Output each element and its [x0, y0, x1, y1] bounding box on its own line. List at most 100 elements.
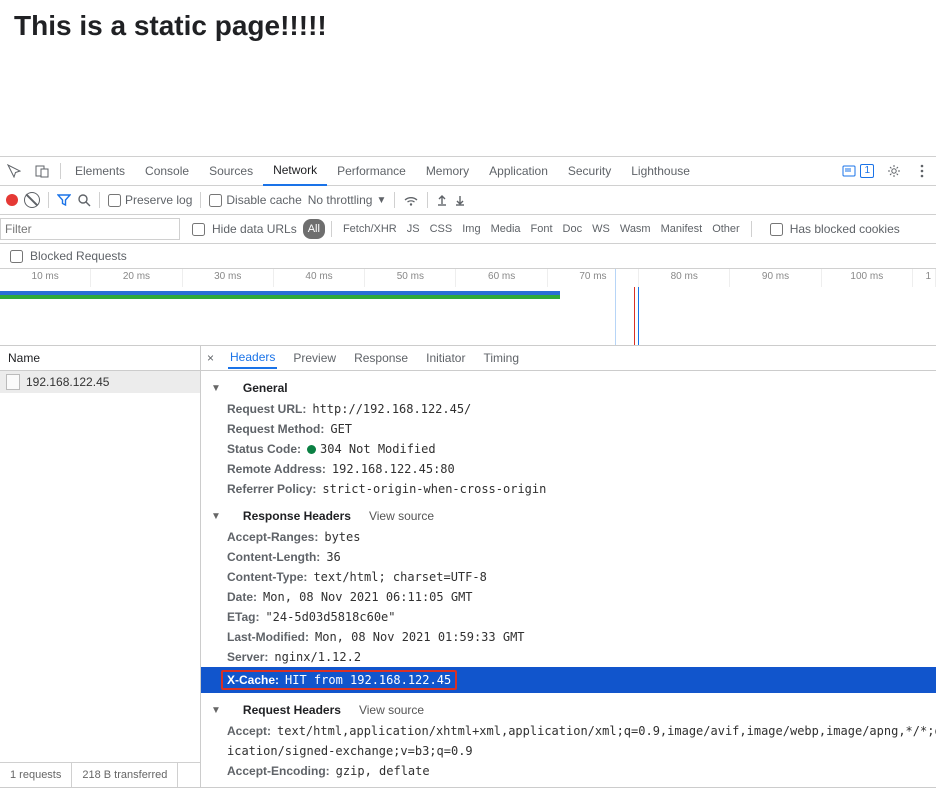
general-referrer-policy: Referrer Policy:strict-origin-when-cross…	[201, 479, 936, 499]
disclosure-triangle-icon: ▼	[211, 383, 221, 394]
resp-x-cache: X-Cache:HIT from 192.168.122.45	[201, 667, 936, 693]
type-js[interactable]: JS	[402, 219, 425, 239]
tab-sources[interactable]: Sources	[199, 157, 263, 185]
has-blocked-cookies-checkbox[interactable]: Has blocked cookies	[766, 220, 900, 239]
request-list: Name 192.168.122.45 1 requests 218 B tra…	[0, 346, 201, 787]
type-fetch-xhr[interactable]: Fetch/XHR	[338, 219, 402, 239]
type-all[interactable]: All	[303, 219, 325, 239]
tab-lighthouse[interactable]: Lighthouse	[621, 157, 700, 185]
type-img[interactable]: Img	[457, 219, 485, 239]
subtab-response[interactable]: Response	[352, 348, 410, 368]
filter-toggle-icon[interactable]	[57, 193, 71, 207]
inspect-icon[interactable]	[0, 164, 28, 178]
general-request-url: Request URL:http://192.168.122.45/	[201, 399, 936, 419]
timeline-ticks: 10 ms 20 ms 30 ms 40 ms 50 ms 60 ms 70 m…	[0, 269, 936, 287]
wifi-icon[interactable]	[403, 193, 419, 207]
hide-data-urls-checkbox[interactable]: Hide data URLs	[188, 220, 297, 239]
req-accept-cont: ication/signed-exchange;v=b3;q=0.9	[201, 741, 936, 761]
disclosure-triangle-icon: ▼	[211, 511, 221, 522]
request-detail: × Headers Preview Response Initiator Tim…	[201, 346, 936, 787]
subtab-timing[interactable]: Timing	[481, 348, 521, 368]
req-accept-encoding: Accept-Encoding:gzip, deflate	[201, 761, 936, 781]
general-request-method: Request Method:GET	[201, 419, 936, 439]
resp-content-length: Content-Length:36	[201, 547, 936, 567]
more-icon[interactable]	[908, 164, 936, 178]
upload-har-icon[interactable]	[436, 193, 448, 207]
resp-etag: ETag:"24-5d03d5818c60e"	[201, 607, 936, 627]
column-name[interactable]: Name	[0, 346, 200, 371]
page-content: This is a static page!!!!!	[0, 0, 936, 156]
tab-application[interactable]: Application	[479, 157, 558, 185]
timeline-domcontent-marker	[638, 287, 639, 345]
document-icon	[6, 374, 20, 390]
tab-performance[interactable]: Performance	[327, 157, 416, 185]
type-ws[interactable]: WS	[587, 219, 615, 239]
tab-security[interactable]: Security	[558, 157, 621, 185]
view-source-link[interactable]: View source	[369, 509, 434, 523]
highlight-box: X-Cache:HIT from 192.168.122.45	[221, 670, 457, 690]
request-row[interactable]: 192.168.122.45	[0, 371, 200, 393]
record-button[interactable]	[6, 194, 18, 206]
filter-input[interactable]	[0, 218, 180, 240]
general-remote-address: Remote Address:192.168.122.45:80	[201, 459, 936, 479]
settings-icon[interactable]	[880, 164, 908, 178]
status-requests: 1 requests	[0, 763, 72, 787]
req-accept: Accept:text/html,application/xhtml+xml,a…	[201, 721, 936, 741]
network-main-split: Name 192.168.122.45 1 requests 218 B tra…	[0, 346, 936, 788]
tab-memory[interactable]: Memory	[416, 157, 479, 185]
subtab-initiator[interactable]: Initiator	[424, 348, 467, 368]
tab-console[interactable]: Console	[135, 157, 199, 185]
clear-button[interactable]	[24, 192, 40, 208]
headers-detail: ▼General Request URL:http://192.168.122.…	[201, 371, 936, 787]
blocked-requests-checkbox[interactable]: Blocked Requests	[6, 247, 127, 266]
close-detail-icon[interactable]: ×	[207, 351, 214, 365]
tab-elements[interactable]: Elements	[65, 157, 135, 185]
resp-content-type: Content-Type:text/html; charset=UTF-8	[201, 567, 936, 587]
type-media[interactable]: Media	[486, 219, 526, 239]
devtools-tabbar: Elements Console Sources Network Perform…	[0, 157, 936, 186]
status-bar: 1 requests 218 B transferred	[0, 762, 200, 787]
network-toolbar: Preserve log Disable cache No throttling…	[0, 186, 936, 215]
view-source-link[interactable]: View source	[359, 703, 424, 717]
tab-network[interactable]: Network	[263, 156, 327, 186]
device-toggle-icon[interactable]	[28, 164, 56, 178]
download-har-icon[interactable]	[454, 193, 466, 207]
status-transferred: 218 B transferred	[72, 763, 178, 787]
resp-last-modified: Last-Modified:Mon, 08 Nov 2021 01:59:33 …	[201, 627, 936, 647]
preserve-log-checkbox[interactable]: Preserve log	[108, 193, 192, 207]
disable-cache-checkbox[interactable]: Disable cache	[209, 193, 301, 207]
disclosure-triangle-icon: ▼	[211, 705, 221, 716]
separator	[99, 192, 100, 208]
timeline-load-marker	[634, 287, 635, 345]
status-dot-icon	[307, 445, 316, 454]
resp-accept-ranges: Accept-Ranges:bytes	[201, 527, 936, 547]
timeline-bar	[0, 295, 560, 299]
issues-badge[interactable]: 1	[842, 164, 874, 178]
separator	[394, 192, 395, 208]
filter-row: Hide data URLs All Fetch/XHR JS CSS Img …	[0, 215, 936, 244]
page-heading: This is a static page!!!!!	[14, 10, 922, 42]
section-general[interactable]: ▼General	[201, 377, 936, 399]
type-css[interactable]: CSS	[425, 219, 458, 239]
separator	[751, 221, 752, 237]
search-icon[interactable]	[77, 193, 91, 207]
devtools-panel: Elements Console Sources Network Perform…	[0, 156, 936, 788]
separator	[48, 192, 49, 208]
type-font[interactable]: Font	[526, 219, 558, 239]
subtab-preview[interactable]: Preview	[291, 348, 338, 368]
section-request-headers[interactable]: ▼Request HeadersView source	[201, 699, 936, 721]
type-doc[interactable]: Doc	[558, 219, 588, 239]
separator	[331, 221, 332, 237]
type-wasm[interactable]: Wasm	[615, 219, 656, 239]
chevron-down-icon: ▼	[376, 195, 386, 206]
issues-icon	[842, 165, 856, 177]
general-status-code: Status Code:304 Not Modified	[201, 439, 936, 459]
request-name: 192.168.122.45	[26, 375, 109, 389]
subtab-headers[interactable]: Headers	[228, 347, 277, 369]
type-other[interactable]: Other	[707, 219, 745, 239]
timeline-overview[interactable]: 10 ms 20 ms 30 ms 40 ms 50 ms 60 ms 70 m…	[0, 269, 936, 346]
type-manifest[interactable]: Manifest	[656, 219, 708, 239]
section-response-headers[interactable]: ▼Response HeadersView source	[201, 505, 936, 527]
throttling-select[interactable]: No throttling ▼	[308, 193, 387, 207]
blocked-requests-row: Blocked Requests	[0, 244, 936, 269]
